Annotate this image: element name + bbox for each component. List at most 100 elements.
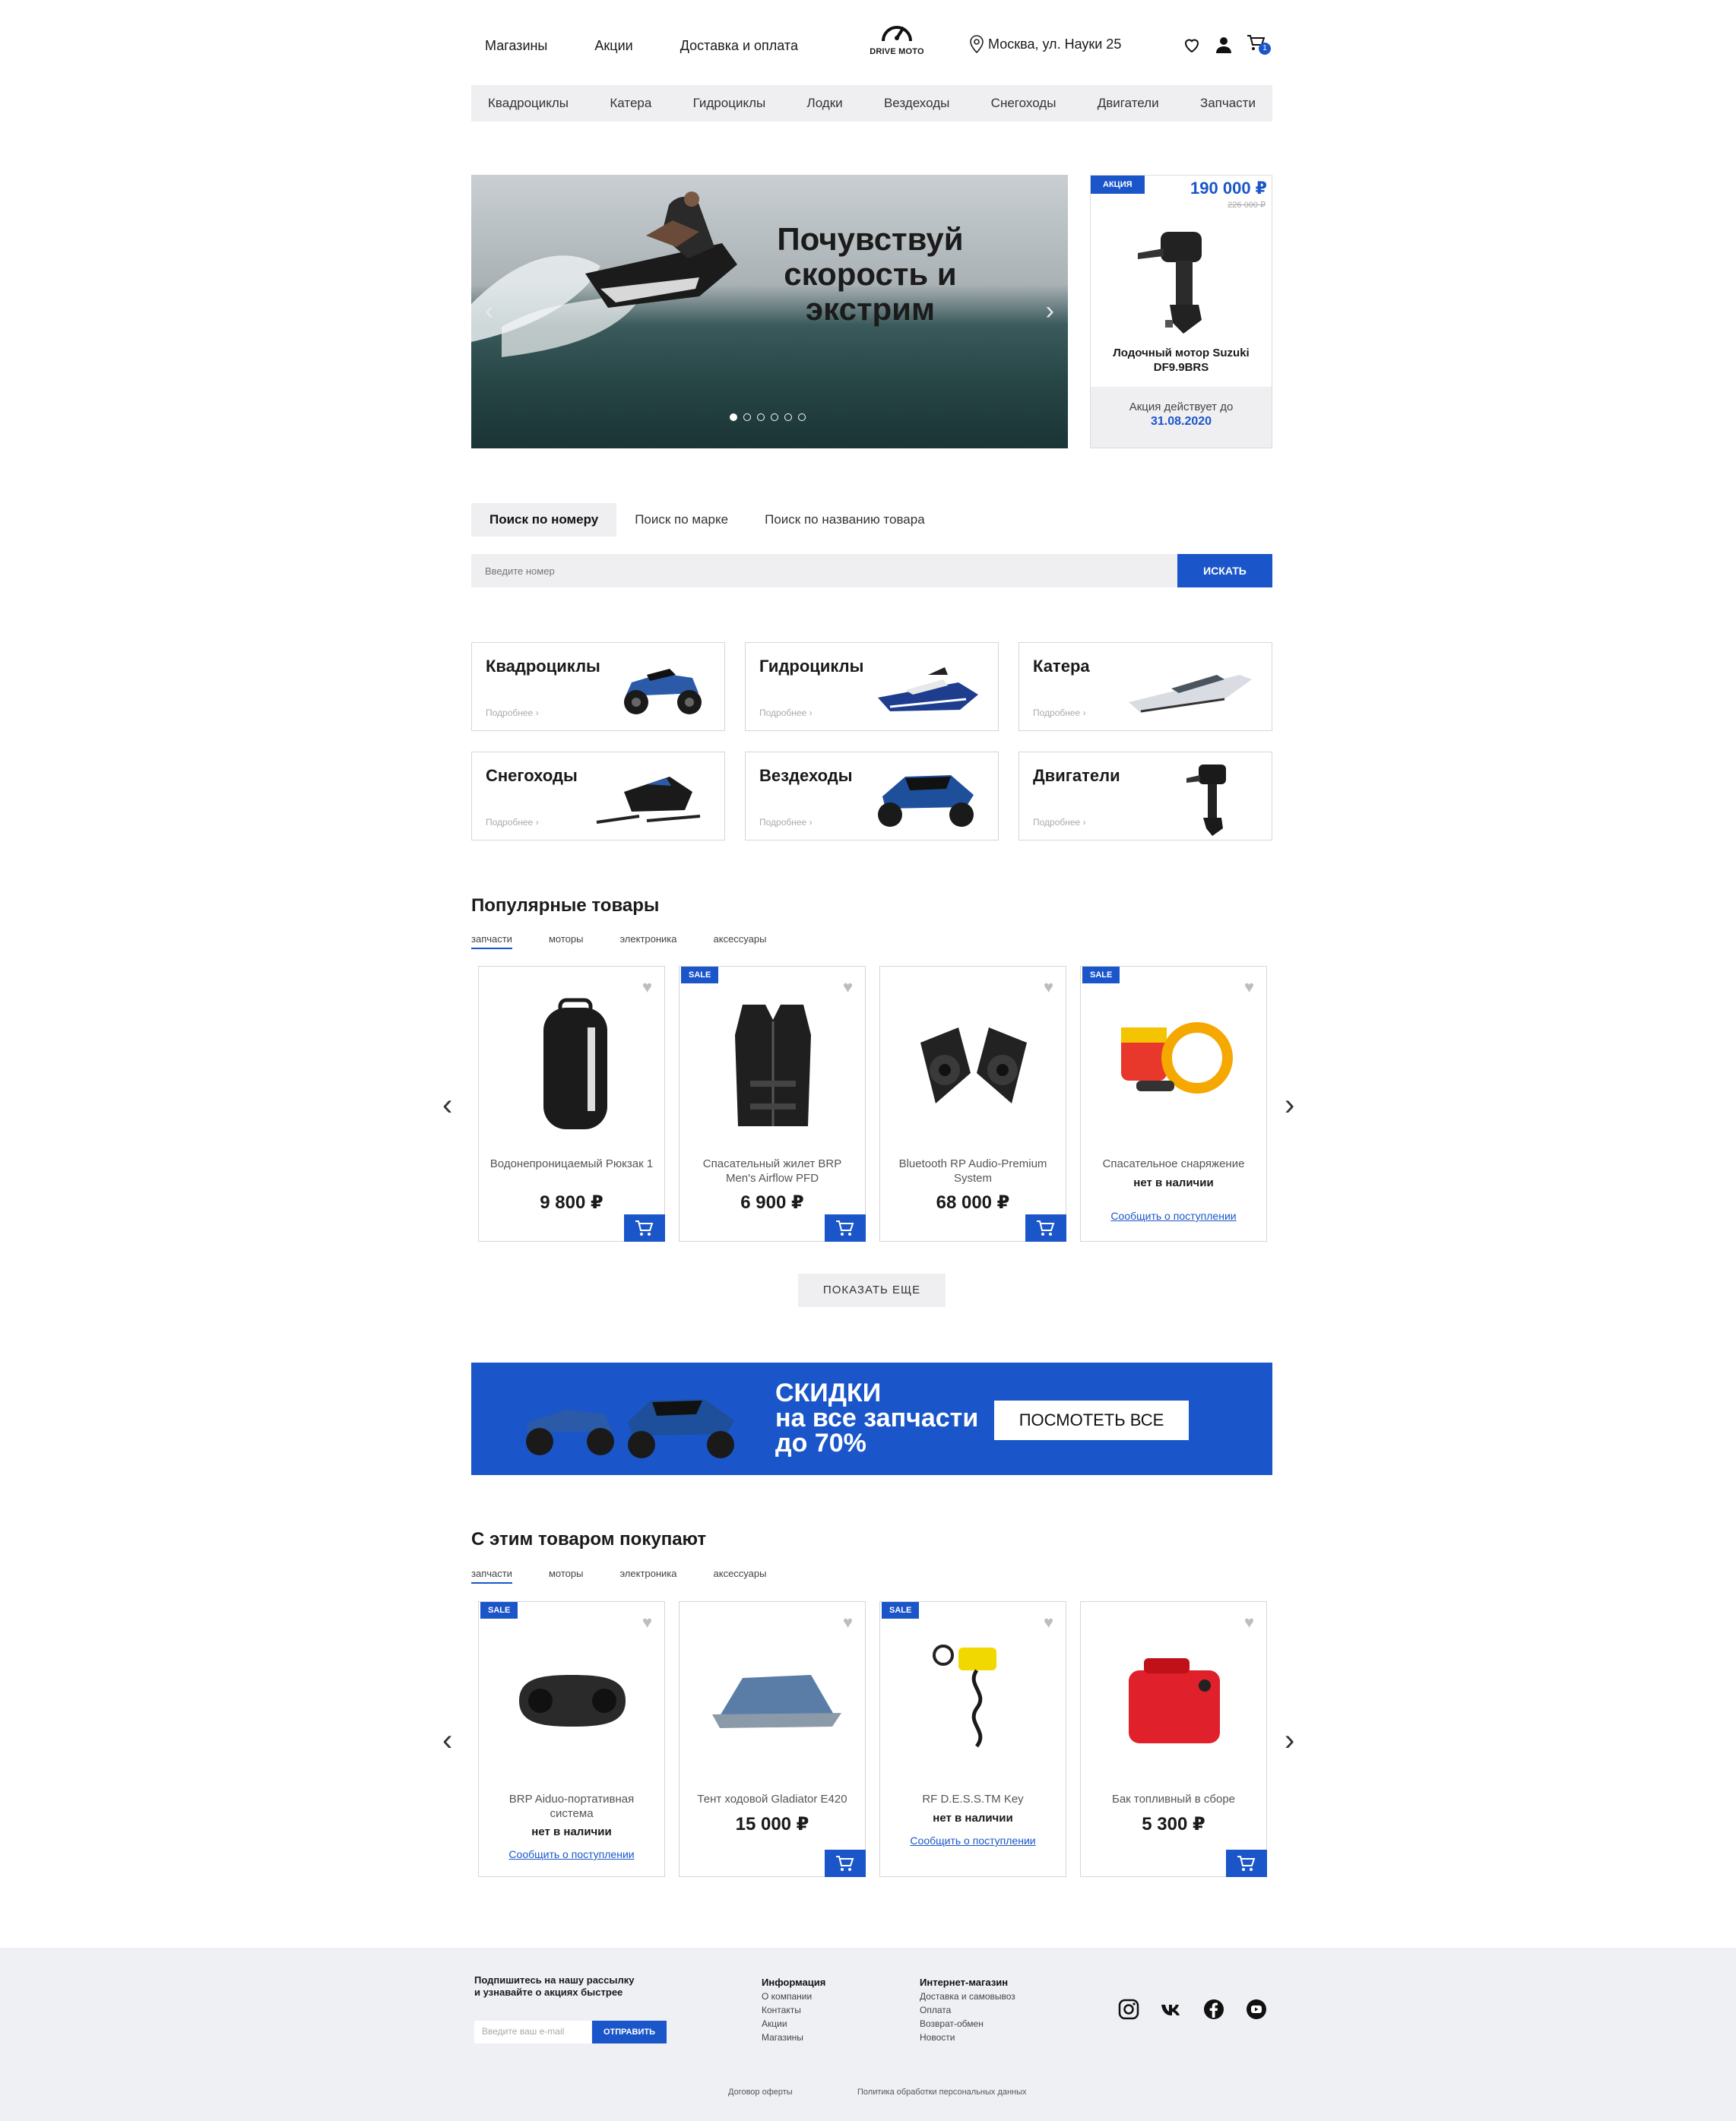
facebook-icon[interactable]	[1202, 1998, 1225, 2021]
promo-deadline: Акция действует до 31.08.2020	[1091, 387, 1272, 448]
category-card-engines[interactable]: Двигатели Подробнее ›	[1018, 752, 1272, 840]
add-to-cart-button[interactable]	[624, 1214, 665, 1242]
tab-search-by-name[interactable]: Поиск по названию товара	[746, 503, 943, 537]
tab-search-by-number[interactable]: Поиск по номеру	[471, 503, 617, 537]
product-card[interactable]: ♥ Bluetooth RP Audio-Premium System 68 0…	[879, 966, 1066, 1242]
privacy-link[interactable]: Политика обработки персональных данных	[857, 2088, 1027, 2097]
add-to-cart-button[interactable]	[1226, 1850, 1267, 1877]
tab-electronics[interactable]: электроника	[619, 933, 676, 949]
category-card-snowmobiles[interactable]: Снегоходы Подробнее ›	[471, 752, 725, 840]
favorite-icon[interactable]: ♥	[1244, 1613, 1254, 1632]
hero-dot[interactable]	[743, 413, 751, 421]
category-card-boats[interactable]: Катера Подробнее ›	[1018, 642, 1272, 731]
category-atv[interactable]: Квадроциклы	[488, 96, 569, 111]
nav-delivery[interactable]: Доставка и оплата	[680, 38, 798, 54]
popular-next-arrow[interactable]: ›	[1285, 1088, 1294, 1122]
category-card-offroad[interactable]: Вездеходы Подробнее ›	[745, 752, 999, 840]
nav-promotions[interactable]: Акции	[594, 38, 632, 54]
category-card-more[interactable]: Подробнее ›	[759, 708, 813, 718]
search-input[interactable]	[471, 554, 1155, 587]
user-icon[interactable]	[1215, 36, 1233, 54]
related-next-arrow[interactable]: ›	[1285, 1724, 1294, 1758]
subscribe-button[interactable]: ОТПРАВИТЬ	[592, 2021, 667, 2043]
favorite-icon[interactable]: ♥	[642, 1613, 652, 1632]
show-more-button[interactable]: ПОКАЗАТЬ ЕЩЕ	[798, 1274, 946, 1307]
youtube-icon[interactable]	[1245, 1998, 1268, 2021]
product-card[interactable]: SALE ♥ BRP Aiduo-портативная система нет…	[478, 1601, 665, 1877]
notify-link[interactable]: Сообщить о поступлении	[880, 1835, 1066, 1847]
tab-motors[interactable]: моторы	[549, 1568, 584, 1584]
footer-link[interactable]: Доставка и самовывоз	[920, 1990, 1015, 2003]
hero-dot[interactable]	[798, 413, 806, 421]
view-all-button[interactable]: ПОСМОТЕТЬ ВСЕ	[994, 1401, 1189, 1440]
hero-dot[interactable]	[784, 413, 792, 421]
favorite-icon[interactable]: ♥	[1044, 977, 1053, 997]
hero-dot[interactable]	[771, 413, 778, 421]
tab-search-by-brand[interactable]: Поиск по марке	[616, 503, 746, 537]
category-boats[interactable]: Катера	[610, 96, 651, 111]
footer-link[interactable]: Акции	[762, 2017, 825, 2031]
email-field[interactable]: Введите ваш e-mail	[474, 2021, 591, 2043]
tab-parts[interactable]: запчасти	[471, 933, 512, 949]
hero-dot[interactable]	[730, 413, 737, 421]
logo[interactable]: DRIVE MOTO	[866, 15, 927, 76]
notify-link[interactable]: Сообщить о поступлении	[1081, 1210, 1266, 1222]
category-engines[interactable]: Двигатели	[1098, 96, 1159, 111]
category-card-atv[interactable]: Квадроциклы Подробнее ›	[471, 642, 725, 731]
promo-card[interactable]: АКЦИЯ 190 000 ₽ 226 000 ₽ Лодочный мотор…	[1090, 175, 1272, 448]
related-prev-arrow[interactable]: ‹	[442, 1724, 452, 1758]
vk-icon[interactable]	[1160, 1998, 1183, 2021]
store-address[interactable]: Москва, ул. Науки 25	[970, 35, 1121, 53]
favorite-icon[interactable]: ♥	[642, 977, 652, 997]
tab-accessories[interactable]: аксессуары	[714, 933, 767, 949]
offer-link[interactable]: Договор оферты	[728, 2088, 793, 2097]
product-card[interactable]: SALE ♥ Спасательное снаряжение нет в нал…	[1080, 966, 1267, 1242]
notify-link[interactable]: Сообщить о поступлении	[479, 1848, 664, 1860]
tab-motors[interactable]: моторы	[549, 933, 584, 949]
promo-valid-label: Акция действует до	[1129, 400, 1234, 413]
favorite-icon[interactable]: ♥	[843, 977, 853, 997]
nav-stores[interactable]: Магазины	[485, 38, 547, 54]
favorite-icon[interactable]: ♥	[843, 1613, 853, 1632]
tab-parts[interactable]: запчасти	[471, 1568, 512, 1584]
category-card-more[interactable]: Подробнее ›	[1033, 817, 1086, 828]
category-card-more[interactable]: Подробнее ›	[759, 817, 813, 828]
add-to-cart-button[interactable]	[825, 1214, 866, 1242]
popular-prev-arrow[interactable]: ‹	[442, 1088, 452, 1122]
cart-button[interactable]: 1	[1247, 33, 1271, 55]
instagram-icon[interactable]	[1117, 1998, 1140, 2021]
add-to-cart-button[interactable]	[1025, 1214, 1066, 1242]
footer-link[interactable]: Новости	[920, 2031, 1015, 2044]
category-card-more[interactable]: Подробнее ›	[486, 817, 539, 828]
category-card-more[interactable]: Подробнее ›	[486, 708, 539, 718]
category-snowmobiles[interactable]: Снегоходы	[991, 96, 1056, 111]
tab-electronics[interactable]: электроника	[619, 1568, 676, 1584]
discount-banner[interactable]: СКИДКИ на все запчасти до 70% ПОСМОТЕТЬ …	[471, 1363, 1272, 1475]
product-card[interactable]: ♥ Бак топливный в сборе 5 300 ₽	[1080, 1601, 1267, 1877]
search-button[interactable]: ИСКАТЬ	[1177, 554, 1272, 587]
category-card-more[interactable]: Подробнее ›	[1033, 708, 1086, 718]
category-parts[interactable]: Запчасти	[1200, 96, 1256, 111]
product-card[interactable]: ♥ Водонепроницаемый Рюкзак 1 9 800 ₽	[478, 966, 665, 1242]
footer-link[interactable]: Возврат-обмен	[920, 2017, 1015, 2031]
tab-accessories[interactable]: аксессуары	[714, 1568, 767, 1584]
hero-dot[interactable]	[757, 413, 765, 421]
footer-link[interactable]: Магазины	[762, 2031, 825, 2044]
hero-next-arrow[interactable]: ›	[1046, 296, 1054, 326]
product-card[interactable]: SALE ♥ RF D.E.S.S.TM Key нет в наличии С…	[879, 1601, 1066, 1877]
footer-link[interactable]: Контакты	[762, 2003, 825, 2017]
category-card-jetskis[interactable]: Гидроциклы Подробнее ›	[745, 642, 999, 731]
favorite-icon[interactable]: ♥	[1044, 1613, 1053, 1632]
favorite-icon[interactable]: ♥	[1244, 977, 1254, 997]
hero-prev-arrow[interactable]: ‹	[485, 296, 493, 326]
heart-icon[interactable]	[1183, 36, 1201, 54]
category-jetskis[interactable]: Гидроциклы	[693, 96, 766, 111]
footer-link[interactable]: О компании	[762, 1990, 825, 2003]
add-to-cart-button[interactable]	[825, 1850, 866, 1877]
category-lodki[interactable]: Лодки	[807, 96, 843, 111]
product-card[interactable]: SALE ♥ Спасательный жилет BRP Men's Airf…	[679, 966, 866, 1242]
hero-slider[interactable]: ‹ › Почувствуй скорость и экстрим	[471, 175, 1068, 448]
footer-link[interactable]: Оплата	[920, 2003, 1015, 2017]
product-card[interactable]: ♥ Тент ходовой Gladiator E420 15 000 ₽	[679, 1601, 866, 1877]
category-offroad[interactable]: Вездеходы	[884, 96, 949, 111]
